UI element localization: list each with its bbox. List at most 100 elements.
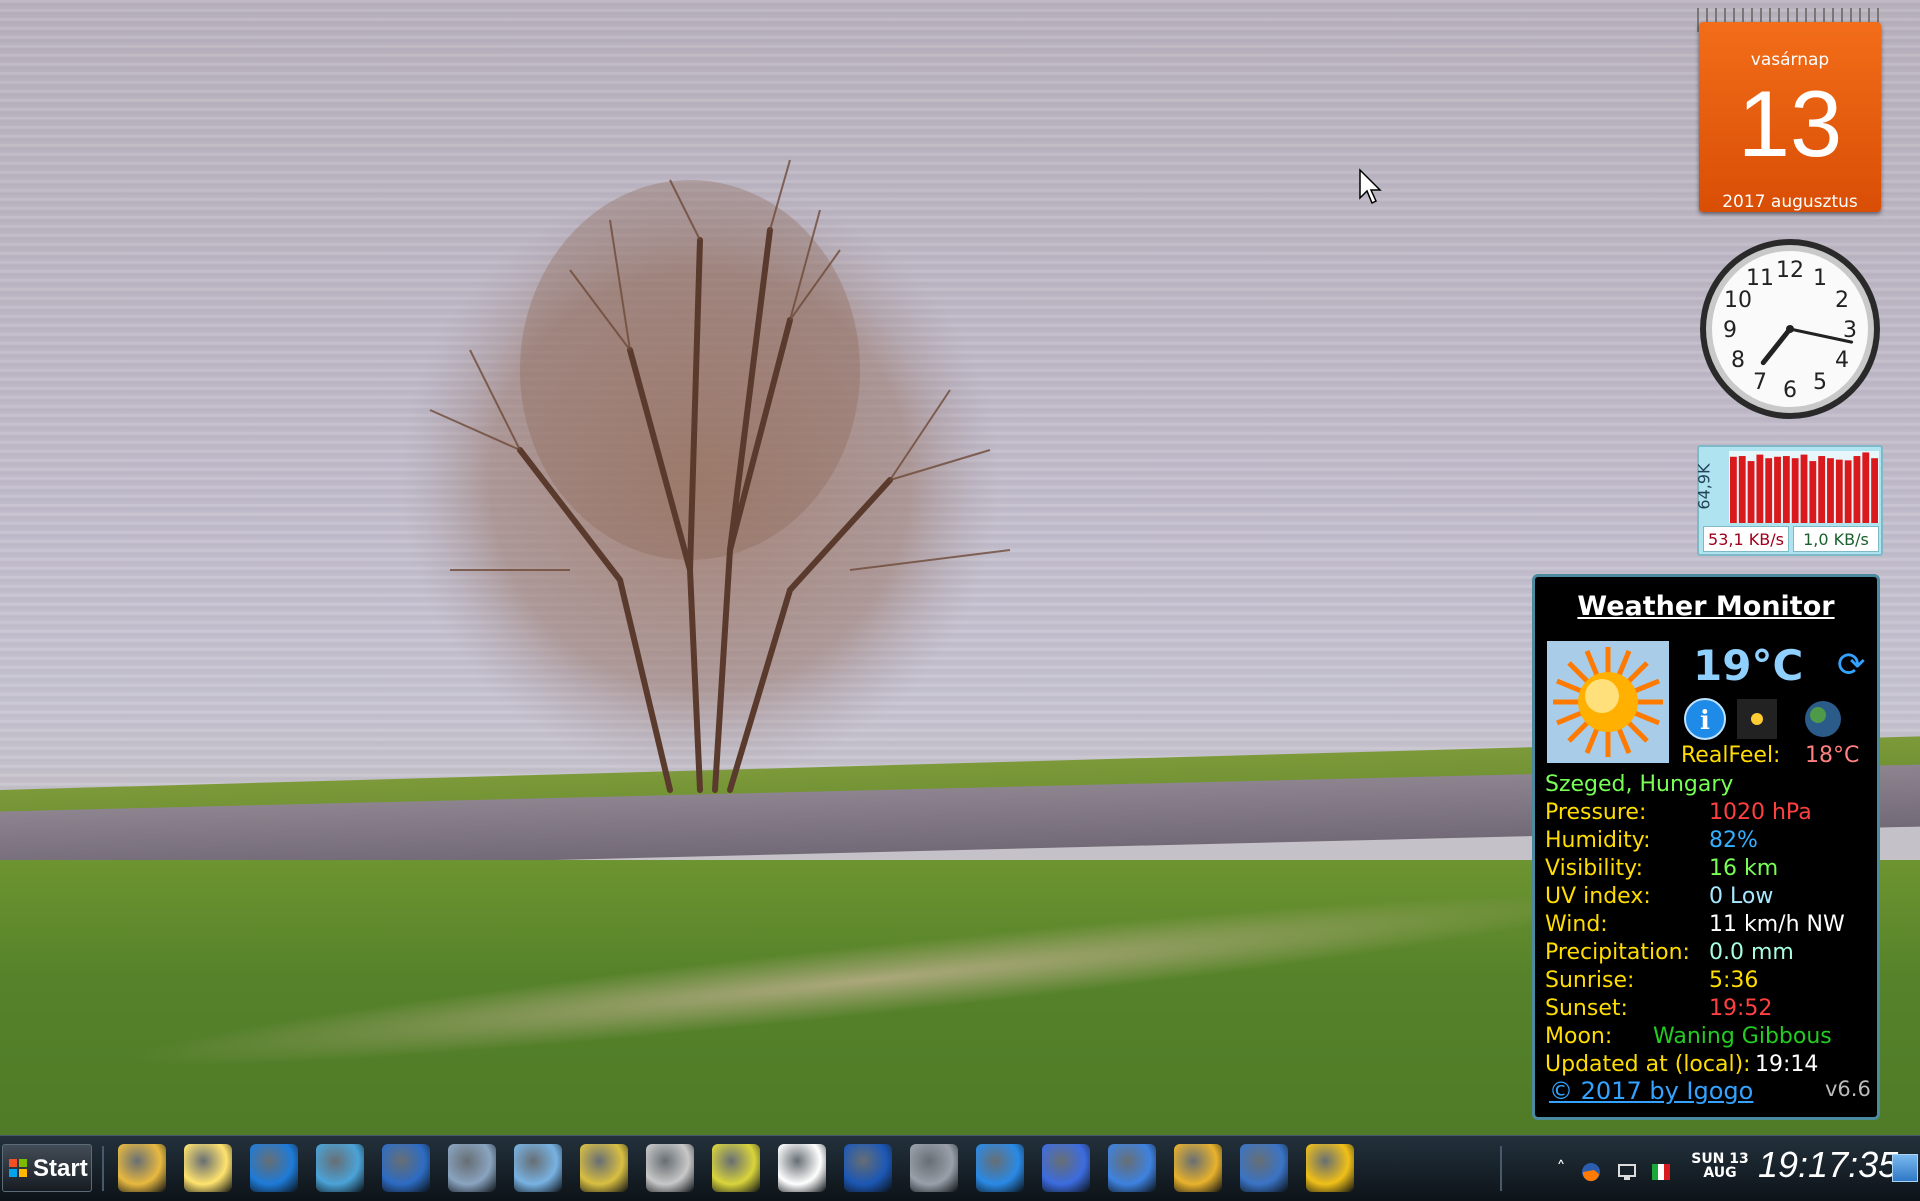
weather-row: Sunset: 19:52	[1545, 995, 1875, 1023]
weather-title: Weather Monitor	[1577, 591, 1835, 622]
analog-clock-gadget[interactable]: 12 1234567891011	[1697, 236, 1883, 422]
network-traffic-bar	[1756, 454, 1764, 523]
weather-row-moon: Moon: Waning Gibbous	[1545, 1023, 1875, 1051]
network-traffic-bar	[1800, 454, 1808, 523]
weather-row-label: Humidity:	[1545, 828, 1651, 853]
mouse-pointer-icon	[1359, 168, 1382, 205]
taskbar: Start ˄ SUN 13 AUG 19:17:35	[0, 1135, 1920, 1201]
play-arrow-icon[interactable]	[976, 1144, 1024, 1192]
weather-row-label: Wind:	[1545, 912, 1608, 937]
weather-row-value: 16 km	[1709, 856, 1779, 881]
network-traffic-bar	[1844, 460, 1852, 523]
network-scale-label: 64,9K	[1694, 463, 1714, 510]
weather-row-value: 0.0 mm	[1709, 940, 1794, 965]
fox-mask-icon[interactable]	[778, 1144, 826, 1192]
calendar-page: vasárnap 13 2017 augusztus	[1699, 22, 1881, 212]
updated-label: Updated at (local):	[1545, 1052, 1751, 1077]
file-explorer-icon[interactable]	[118, 1144, 166, 1192]
sunny-weather-icon	[1547, 641, 1669, 763]
weather-row-label: Sunrise:	[1545, 968, 1635, 993]
card-app-icon[interactable]	[382, 1144, 430, 1192]
weather-row: Visibility: 16 km	[1545, 855, 1875, 883]
network-traffic-bar	[1809, 461, 1817, 523]
language-flag-tray-icon[interactable]	[1650, 1160, 1672, 1184]
weather-row-value: 5:36	[1709, 968, 1759, 993]
disc-player-icon[interactable]	[712, 1144, 760, 1192]
globe-icon[interactable]	[1805, 701, 1841, 737]
tray-overflow-chevron-icon[interactable]: ˄	[1550, 1158, 1572, 1182]
network-traffic-bar	[1791, 458, 1799, 523]
network-traffic-bar	[1827, 458, 1834, 523]
weather-row-value: 82%	[1709, 828, 1758, 853]
network-traffic-bar	[1862, 452, 1870, 523]
weather-app-icon[interactable]	[316, 1144, 364, 1192]
weather-row-updated: Updated at (local): 19:14	[1545, 1051, 1875, 1079]
computer-tools-icon[interactable]	[448, 1144, 496, 1192]
weather-row: UV index: 0 Low	[1545, 883, 1875, 911]
weather-row: Humidity: 82%	[1545, 827, 1875, 855]
weather-row-value: 0 Low	[1709, 884, 1774, 909]
floppy-save-icon[interactable]	[844, 1144, 892, 1192]
svg-text:i: i	[1700, 706, 1710, 736]
calendar-gadget[interactable]: vasárnap 13 2017 augusztus	[1697, 8, 1883, 214]
show-desktop-button[interactable]	[1892, 1154, 1918, 1182]
weather-row-label: Precipitation:	[1545, 940, 1690, 965]
weather-details: Pressure: 1020 hPa Humidity: 82% Visibility:…	[1545, 799, 1875, 1079]
weather-row-label: UV index:	[1545, 884, 1651, 909]
weather-row: Wind: 11 km/h NW	[1545, 911, 1875, 939]
start-button[interactable]: Start	[2, 1144, 92, 1192]
network-traffic-bar	[1835, 459, 1843, 523]
network-traffic-bar	[1738, 456, 1746, 523]
clock-numeral: 1	[1813, 266, 1827, 291]
firefox-tray-icon[interactable]	[1580, 1160, 1602, 1184]
weather-row-value: 1020 hPa	[1709, 800, 1812, 825]
taskbar-separator	[1500, 1146, 1502, 1191]
network-settings-icon[interactable]	[514, 1144, 562, 1192]
clock-numeral: 4	[1835, 348, 1849, 373]
clock-center	[1786, 325, 1794, 333]
windows-logo-icon	[9, 1159, 27, 1177]
network-traffic-graph	[1729, 451, 1879, 523]
moon-label: Moon:	[1545, 1024, 1613, 1049]
sticky-notes-icon[interactable]	[184, 1144, 232, 1192]
weather-location: Szeged, Hungary	[1545, 772, 1734, 797]
clock-numeral: 2	[1835, 288, 1849, 313]
mp3-media-icon[interactable]	[910, 1144, 958, 1192]
calendar-day-number: 13	[1737, 71, 1843, 176]
weather-monitor-gadget[interactable]: Weather Monitor 19°C ⟳ i RealFeel: 18°C …	[1532, 574, 1880, 1120]
globe-app-icon[interactable]	[1174, 1144, 1222, 1192]
network-scale: 64,9K	[1695, 453, 1725, 523]
weather-row-value: 11 km/h NW	[1709, 912, 1845, 937]
favorites-heart-icon[interactable]	[250, 1144, 298, 1192]
calendar-month-year: 2017 augusztus	[1722, 192, 1858, 212]
copyright-link[interactable]: © 2017 by Igogo	[1549, 1077, 1753, 1105]
sync-refresh-icon[interactable]	[1108, 1144, 1156, 1192]
network-traffic-bar	[1730, 456, 1737, 523]
refresh-icon[interactable]: ⟳	[1837, 645, 1866, 685]
tree-image	[400, 159, 1011, 793]
clock-numeral: 10	[1724, 288, 1752, 313]
tray-date[interactable]: SUN 13 AUG	[1690, 1152, 1750, 1180]
clock-numeral: 9	[1723, 318, 1737, 343]
clock-numeral: 11	[1746, 266, 1774, 291]
start-label: Start	[33, 1155, 88, 1182]
tray-clock-time[interactable]: 19:17:35	[1758, 1144, 1898, 1186]
network-traffic-bar	[1747, 461, 1755, 523]
tray-month: AUG	[1703, 1165, 1737, 1181]
realfeel-value: 18°C	[1805, 743, 1860, 768]
realfeel-label: RealFeel:	[1681, 743, 1781, 768]
weather-row: Pressure: 1020 hPa	[1545, 799, 1875, 827]
thunderbird-mail-icon[interactable]	[1240, 1144, 1288, 1192]
sun-position-icon[interactable]	[1737, 699, 1777, 739]
weather-version: v6.6	[1825, 1077, 1871, 1101]
books-library-icon[interactable]	[1042, 1144, 1090, 1192]
weather-row: Sunrise: 5:36	[1545, 967, 1875, 995]
info-icon[interactable]: i	[1684, 698, 1726, 740]
help-tools-icon[interactable]	[646, 1144, 694, 1192]
search-magnifier-icon[interactable]	[580, 1144, 628, 1192]
weather-action-icons: i	[1684, 698, 1841, 740]
network-meter-gadget[interactable]: 64,9K 53,1 KB/s 1,0 KB/s	[1695, 445, 1883, 556]
network-traffic-bar	[1818, 456, 1826, 523]
network-tray-icon[interactable]	[1616, 1160, 1638, 1184]
pizza-slice-icon[interactable]	[1306, 1144, 1354, 1192]
